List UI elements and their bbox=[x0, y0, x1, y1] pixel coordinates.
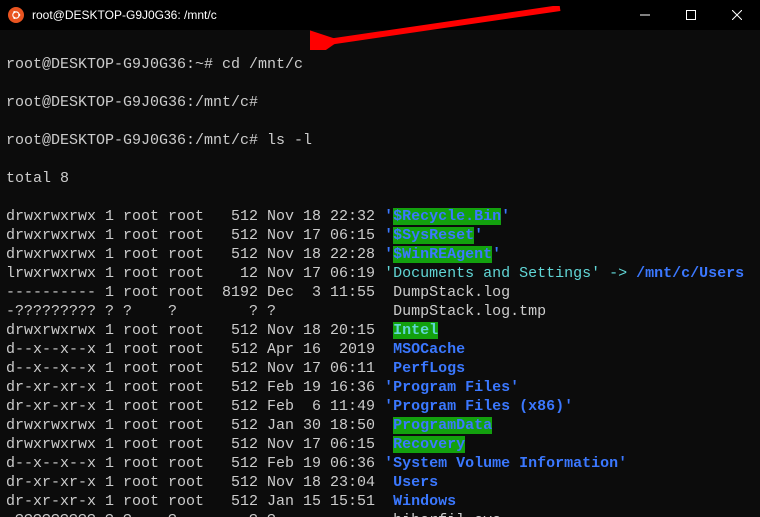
file-name: ProgramData bbox=[393, 417, 492, 434]
file-name: Program Files (x86) bbox=[393, 398, 564, 415]
file-name: Intel bbox=[393, 322, 438, 339]
file-name: Windows bbox=[393, 493, 456, 510]
window-title: root@DESKTOP-G9J0G36: /mnt/c bbox=[32, 6, 622, 25]
file-row: d--x--x--x 1 root root 512 Apr 16 2019 M… bbox=[6, 340, 754, 359]
file-row: -????????? ? ? ? ? ? hiberfil.sys bbox=[6, 511, 754, 517]
file-name: PerfLogs bbox=[393, 360, 465, 377]
prompt: root@DESKTOP-G9J0G36:/mnt/c# bbox=[6, 132, 258, 149]
output-line: total 8 bbox=[6, 169, 754, 188]
minimize-button[interactable] bbox=[622, 0, 668, 30]
titlebar: root@DESKTOP-G9J0G36: /mnt/c bbox=[0, 0, 760, 30]
file-name: Program Files bbox=[393, 379, 510, 396]
close-button[interactable] bbox=[714, 0, 760, 30]
file-row: drwxrwxrwx 1 root root 512 Nov 17 06:15 … bbox=[6, 435, 754, 454]
prompt: root@DESKTOP-G9J0G36:/mnt/c# bbox=[6, 94, 258, 111]
file-name: System Volume Information bbox=[393, 455, 618, 472]
prompt-line: root@DESKTOP-G9J0G36:~# cd /mnt/c bbox=[6, 55, 754, 74]
file-name: MSOCache bbox=[393, 341, 465, 358]
symlink-arrow: -> bbox=[600, 265, 636, 282]
file-row: drwxrwxrwx 1 root root 512 Nov 18 22:28 … bbox=[6, 245, 754, 264]
file-row: dr-xr-xr-x 1 root root 512 Feb 19 16:36 … bbox=[6, 378, 754, 397]
command-text: cd /mnt/c bbox=[213, 56, 303, 73]
file-name: $SysReset bbox=[393, 227, 474, 244]
file-row: drwxrwxrwx 1 root root 512 Nov 18 20:15 … bbox=[6, 321, 754, 340]
file-name: DumpStack.log bbox=[393, 284, 510, 301]
file-name: Recovery bbox=[393, 436, 465, 453]
prompt-line: root@DESKTOP-G9J0G36:/mnt/c# ls -l bbox=[6, 131, 754, 150]
file-listing: drwxrwxrwx 1 root root 512 Nov 18 22:32 … bbox=[6, 207, 754, 517]
file-row: dr-xr-xr-x 1 root root 512 Nov 18 23:04 … bbox=[6, 473, 754, 492]
prompt-line: root@DESKTOP-G9J0G36:/mnt/c# bbox=[6, 93, 754, 112]
file-row: d--x--x--x 1 root root 512 Nov 17 06:11 … bbox=[6, 359, 754, 378]
file-name: hiberfil.sys bbox=[393, 512, 501, 517]
file-row: ---------- 1 root root 8192 Dec 3 11:55 … bbox=[6, 283, 754, 302]
file-name: Users bbox=[393, 474, 438, 491]
file-row: drwxrwxrwx 1 root root 512 Nov 17 06:15 … bbox=[6, 226, 754, 245]
ubuntu-icon bbox=[8, 7, 24, 23]
command-text: ls -l bbox=[258, 132, 312, 149]
file-name: Documents and Settings bbox=[393, 265, 591, 282]
maximize-button[interactable] bbox=[668, 0, 714, 30]
terminal-body[interactable]: root@DESKTOP-G9J0G36:~# cd /mnt/c root@D… bbox=[0, 30, 760, 517]
file-row: d--x--x--x 1 root root 512 Feb 19 06:36 … bbox=[6, 454, 754, 473]
file-row: drwxrwxrwx 1 root root 512 Jan 30 18:50 … bbox=[6, 416, 754, 435]
file-name: $WinREAgent bbox=[393, 246, 492, 263]
prompt: root@DESKTOP-G9J0G36:~# bbox=[6, 56, 213, 73]
file-row: dr-xr-xr-x 1 root root 512 Feb 6 11:49 '… bbox=[6, 397, 754, 416]
file-name: DumpStack.log.tmp bbox=[393, 303, 546, 320]
file-row: -????????? ? ? ? ? ? DumpStack.log.tmp bbox=[6, 302, 754, 321]
terminal-window: root@DESKTOP-G9J0G36: /mnt/c root@DESKTO… bbox=[0, 0, 760, 517]
symlink-target: /mnt/c/Users bbox=[636, 265, 744, 282]
file-name: $Recycle.Bin bbox=[393, 208, 501, 225]
file-row: dr-xr-xr-x 1 root root 512 Jan 15 15:51 … bbox=[6, 492, 754, 511]
file-row: drwxrwxrwx 1 root root 512 Nov 18 22:32 … bbox=[6, 207, 754, 226]
file-row: lrwxrwxrwx 1 root root 12 Nov 17 06:19 '… bbox=[6, 264, 754, 283]
